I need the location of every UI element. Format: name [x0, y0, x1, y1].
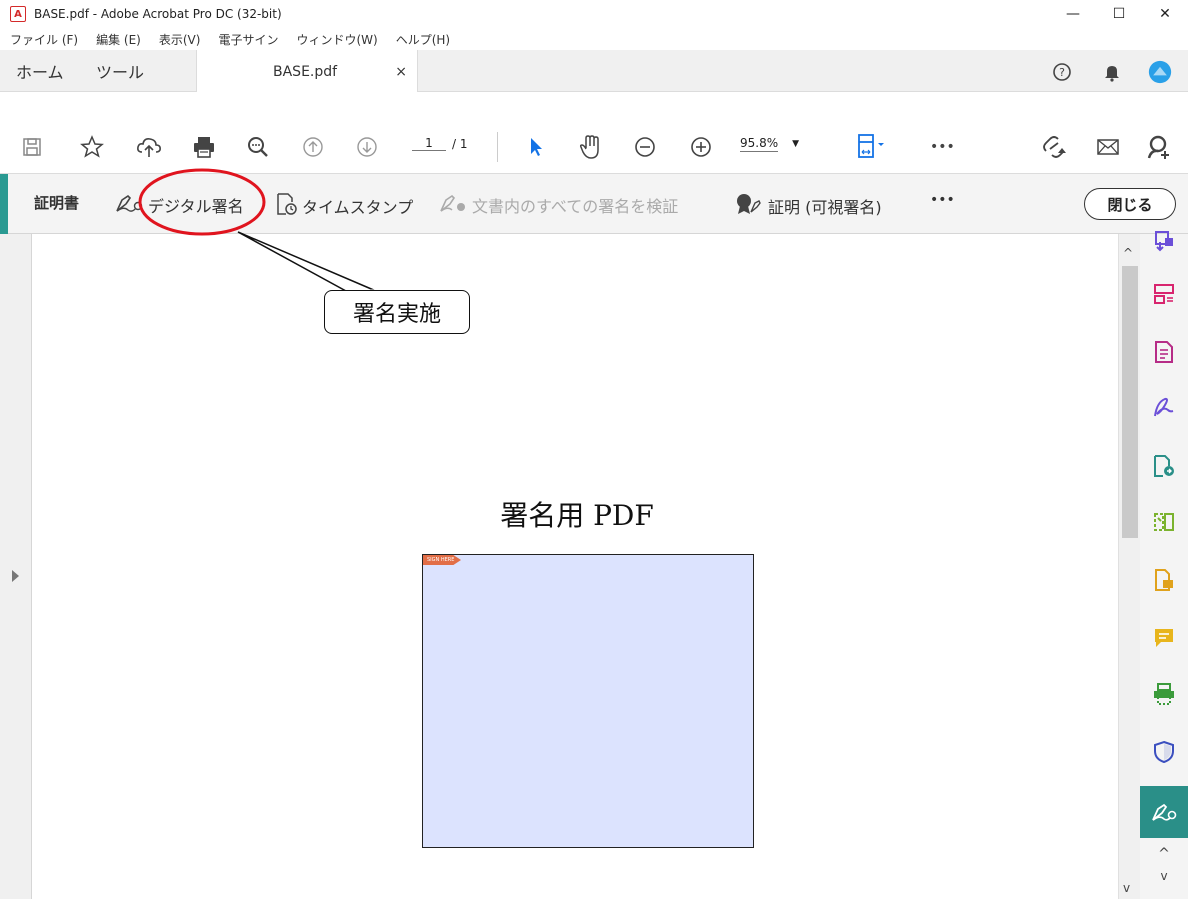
- certificates-icon[interactable]: [1140, 786, 1188, 838]
- menu-esign[interactable]: 電子サイン: [208, 31, 286, 48]
- title-bar: A BASE.pdf - Adobe Acrobat Pro DC (32-bi…: [0, 0, 1188, 28]
- menu-edit[interactable]: 編集 (E): [86, 31, 149, 48]
- help-icon[interactable]: ?: [1050, 60, 1074, 84]
- menu-view[interactable]: 表示(V): [149, 31, 209, 48]
- compare-icon[interactable]: [1140, 502, 1188, 542]
- verify-sign-icon: [438, 192, 468, 218]
- vertical-scrollbar[interactable]: ^ v: [1118, 234, 1140, 899]
- menu-file[interactable]: ファイル (F): [0, 31, 86, 48]
- verify-all-label: 文書内のすべての署名を検証: [472, 197, 679, 216]
- timestamp-icon: [276, 192, 298, 220]
- timestamp-button[interactable]: タイムスタンプ: [276, 192, 413, 220]
- export-icon[interactable]: [1140, 560, 1188, 600]
- page-total: / 1: [452, 136, 468, 151]
- close-window-button[interactable]: ✕: [1142, 0, 1188, 28]
- star-icon[interactable]: [80, 130, 104, 164]
- expand-left-panel-icon[interactable]: [12, 570, 19, 582]
- window-title: BASE.pdf - Adobe Acrobat Pro DC (32-bit): [34, 7, 282, 21]
- edit-pdf-icon[interactable]: [1140, 332, 1188, 372]
- verify-all-signatures-button[interactable]: 文書内のすべての署名を検証: [438, 192, 678, 218]
- hand-icon[interactable]: [578, 130, 602, 164]
- create-pdf-icon[interactable]: [1140, 446, 1188, 486]
- account-avatar[interactable]: [1148, 60, 1172, 84]
- chevron-down-icon: ▼: [792, 139, 800, 149]
- maximize-button[interactable]: ☐: [1096, 0, 1142, 28]
- fit-page-icon[interactable]: [856, 130, 888, 164]
- zoom-search-icon[interactable]: [246, 130, 270, 164]
- link-icon[interactable]: [1040, 130, 1068, 164]
- toolbar-divider: [497, 132, 498, 162]
- mail-icon[interactable]: [1096, 130, 1120, 164]
- tab-document-label: BASE.pdf: [273, 63, 338, 80]
- certify-visible-label: 証明 (可視署名): [768, 198, 882, 217]
- cert-more-icon[interactable]: •••: [930, 192, 955, 208]
- comment-icon[interactable]: [1140, 618, 1188, 658]
- scroll-thumb[interactable]: [1122, 266, 1138, 538]
- zoom-value: 95.8%: [740, 136, 779, 152]
- print-icon[interactable]: [192, 130, 216, 164]
- signature-field[interactable]: SIGN HERE: [422, 554, 754, 848]
- page-down-icon[interactable]: [356, 130, 378, 164]
- tab-tools[interactable]: ツール: [96, 50, 144, 92]
- panel-scroll-down-icon[interactable]: v: [1140, 864, 1188, 888]
- page-number-input[interactable]: 1: [412, 136, 446, 151]
- digital-sign-button[interactable]: デジタル署名: [114, 192, 244, 218]
- menu-help[interactable]: ヘルプ(H): [386, 31, 458, 48]
- sign-pen-icon: [114, 192, 144, 218]
- sign-here-flag: SIGN HERE: [423, 555, 461, 565]
- zoom-in-icon[interactable]: [690, 130, 712, 164]
- page-navigator: 1 / 1: [412, 136, 468, 151]
- export-pdf-icon[interactable]: [1140, 222, 1188, 262]
- menu-bar: ファイル (F) 編集 (E) 表示(V) 電子サイン ウィンドウ(W) ヘルプ…: [0, 28, 1188, 50]
- page-up-icon[interactable]: [302, 130, 324, 164]
- more-tools-icon[interactable]: •••: [930, 130, 955, 164]
- save-icon[interactable]: [22, 130, 42, 164]
- panel-scroll-up-icon[interactable]: ^: [1140, 844, 1188, 864]
- minimize-button[interactable]: —: [1050, 0, 1096, 28]
- tab-home[interactable]: ホーム: [16, 50, 64, 92]
- left-nav-strip[interactable]: [0, 234, 32, 899]
- window-controls: — ☐ ✕: [1050, 0, 1188, 28]
- fill-sign-icon[interactable]: [1140, 388, 1188, 428]
- close-cert-button[interactable]: 閉じる: [1084, 188, 1176, 220]
- organize-pages-icon[interactable]: [1140, 274, 1188, 314]
- svg-text:?: ?: [1059, 66, 1065, 79]
- certificates-bar: 証明書 デジタル署名 タイムスタンプ 文書内のすべての署名を検証 証明 (可視署…: [0, 174, 1188, 234]
- notification-bell-icon[interactable]: [1100, 60, 1124, 84]
- digital-sign-label: デジタル署名: [148, 197, 244, 216]
- main-toolbar: 1 / 1 95.8% ▼ •••: [0, 92, 1188, 174]
- certify-visible-button[interactable]: 証明 (可視署名): [734, 192, 882, 220]
- timestamp-label: タイムスタンプ: [302, 198, 414, 217]
- cloud-upload-icon[interactable]: [136, 130, 162, 164]
- scroll-down-icon[interactable]: v: [1123, 881, 1130, 895]
- acrobat-icon: A: [10, 6, 26, 22]
- cert-title: 証明書: [34, 194, 80, 212]
- scroll-up-icon[interactable]: ^: [1123, 246, 1133, 260]
- tab-bar: ホーム ツール BASE.pdf × ?: [0, 50, 1188, 93]
- share-user-icon[interactable]: [1146, 130, 1172, 164]
- menu-window[interactable]: ウィンドウ(W): [286, 31, 385, 48]
- zoom-out-icon[interactable]: [634, 130, 656, 164]
- tab-document[interactable]: BASE.pdf ×: [196, 50, 418, 93]
- protect-icon[interactable]: [1140, 732, 1188, 772]
- tab-close-icon[interactable]: ×: [395, 64, 407, 80]
- annotation-callout: 署名実施: [324, 290, 470, 334]
- zoom-dropdown[interactable]: 95.8% ▼: [740, 136, 799, 152]
- right-tools-panel: ^ v: [1140, 231, 1188, 899]
- document-heading: 署名用 PDF: [500, 499, 654, 532]
- scan-icon[interactable]: [1140, 674, 1188, 714]
- select-cursor-icon[interactable]: [526, 130, 546, 164]
- cert-accent-strip: [0, 174, 8, 234]
- certify-ribbon-icon: [734, 192, 764, 220]
- cert-title-item: 証明書: [34, 192, 79, 213]
